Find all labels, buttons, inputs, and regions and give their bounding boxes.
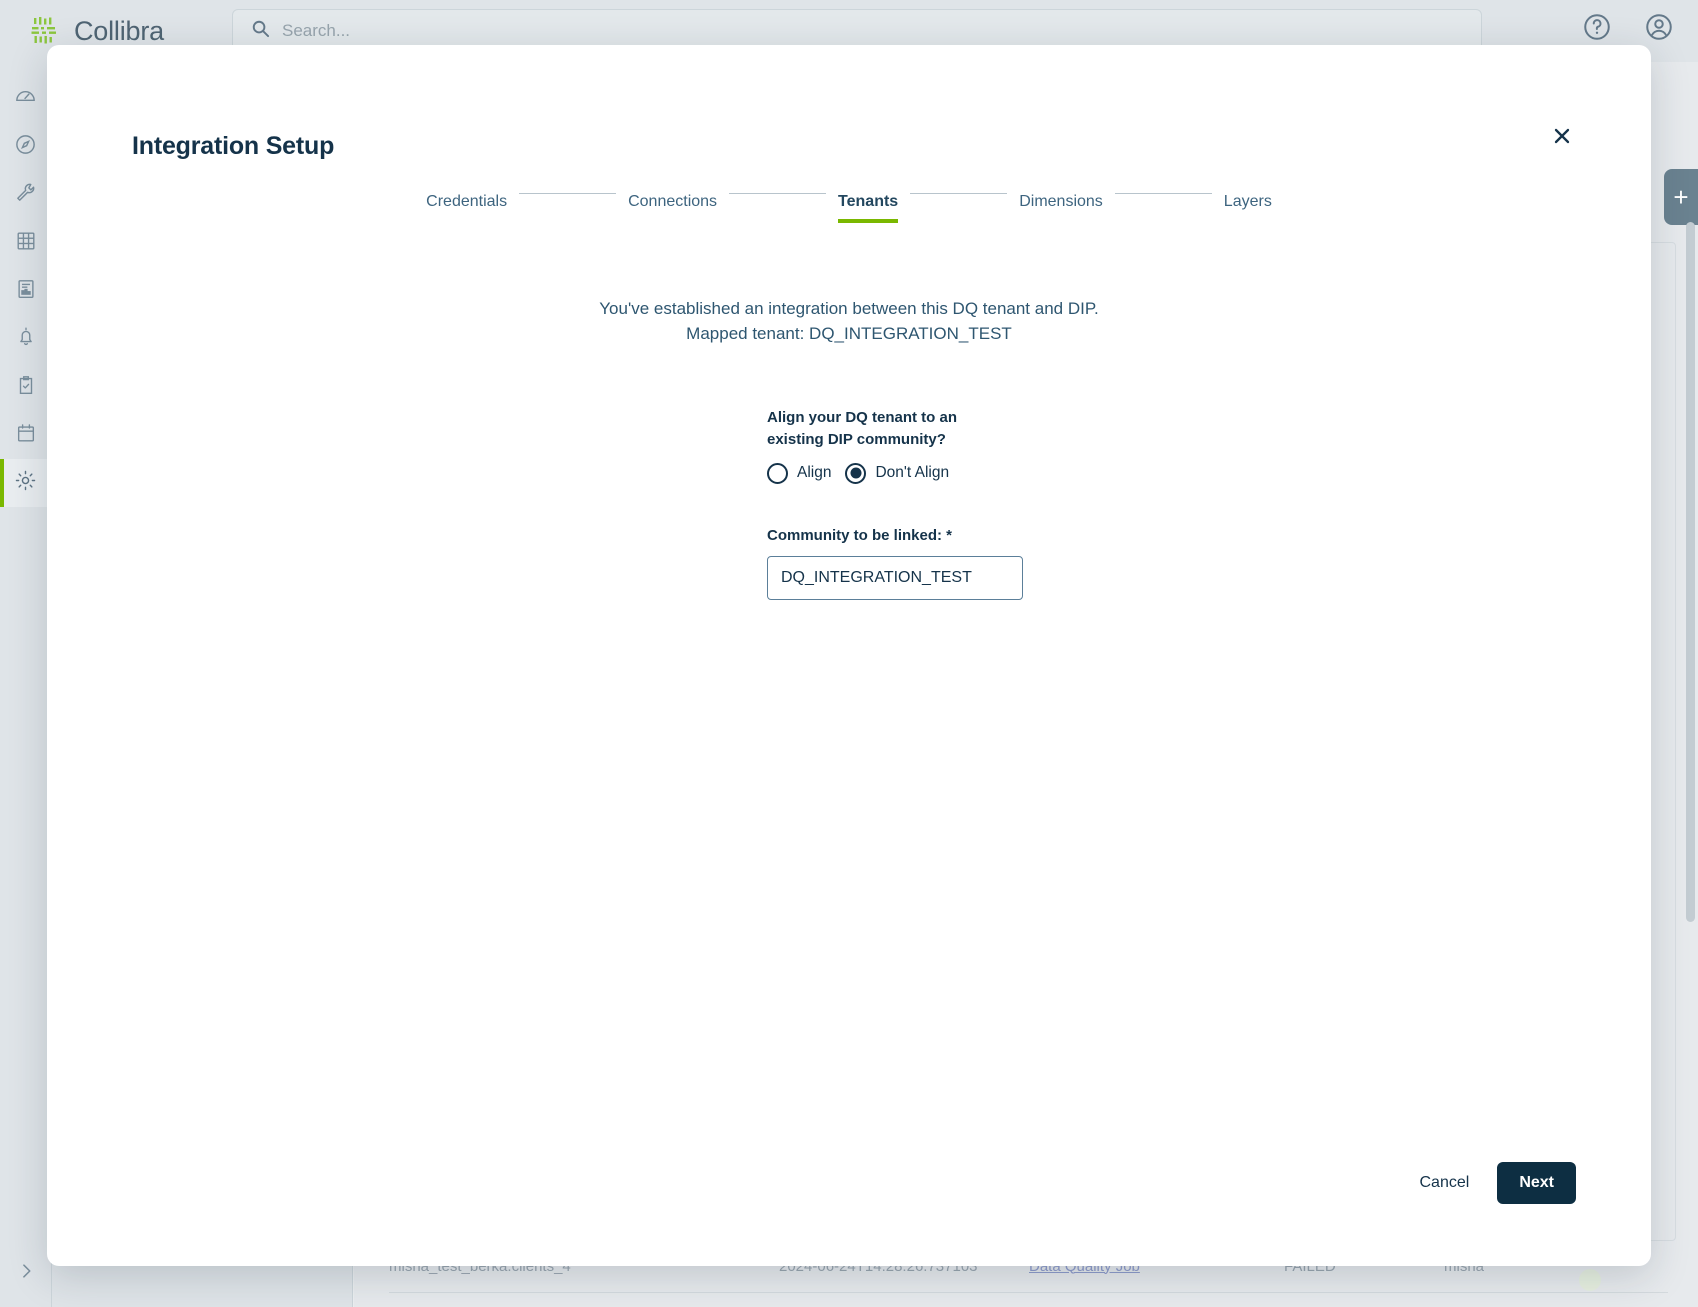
radio-option-dont-align[interactable]: Don't Align	[845, 463, 949, 484]
intro-line-1: You've established an integration betwee…	[47, 297, 1651, 322]
step-label[interactable]: Credentials	[426, 193, 507, 219]
next-button[interactable]: Next	[1497, 1162, 1576, 1204]
topbar-actions	[1580, 10, 1676, 44]
radio-icon[interactable]	[767, 463, 788, 484]
step-label[interactable]: Dimensions	[1019, 193, 1103, 219]
gauge-icon	[14, 85, 37, 113]
gear-icon	[14, 469, 37, 497]
sidebar-expand-button[interactable]	[0, 1251, 52, 1295]
community-field-label: Community to be linked: *	[767, 527, 1187, 544]
close-icon[interactable]	[1545, 119, 1579, 153]
modal-footer: Cancel Next	[1420, 1162, 1577, 1204]
row-divider	[389, 1292, 1668, 1293]
radio-icon-selected[interactable]	[845, 463, 866, 484]
step-credentials[interactable]: Credentials	[426, 193, 507, 219]
add-button[interactable]: +	[1664, 169, 1698, 225]
intro-message: You've established an integration betwee…	[47, 297, 1651, 346]
sidebar-item-alerts[interactable]	[0, 315, 52, 363]
clipboard-check-icon	[15, 374, 37, 401]
sidebar-item-rules[interactable]	[0, 363, 52, 411]
search-icon	[251, 19, 270, 43]
sidebar-item-reports[interactable]	[0, 267, 52, 315]
step-connector	[519, 193, 616, 194]
step-tenants[interactable]: Tenants	[838, 193, 898, 223]
cancel-button[interactable]: Cancel	[1420, 1174, 1470, 1192]
align-radio-group: Align Don't Align	[767, 463, 1187, 484]
sidebar-item-datasets[interactable]	[0, 219, 52, 267]
radio-label: Align	[797, 464, 831, 482]
help-circle-icon[interactable]	[1580, 10, 1614, 44]
radio-label: Don't Align	[875, 464, 949, 482]
brand-name: Collibra	[74, 16, 164, 47]
plus-icon: +	[1673, 182, 1688, 213]
wrench-icon	[14, 181, 37, 209]
step-layers[interactable]: Layers	[1224, 193, 1272, 219]
step-label[interactable]: Layers	[1224, 193, 1272, 219]
app-root: Collibra Search...	[0, 0, 1698, 1307]
calendar-icon	[15, 422, 37, 449]
vertical-scrollbar[interactable]	[1686, 222, 1695, 922]
stepper: Credentials Connections Tenants Dimensio…	[47, 193, 1651, 223]
sidebar-item-dashboard[interactable]	[0, 75, 52, 123]
integration-setup-modal: Integration Setup Credentials Connection…	[47, 45, 1651, 1266]
bell-icon	[15, 326, 37, 353]
page-title: Integration Setup	[132, 132, 334, 161]
chevron-right-icon	[16, 1261, 36, 1286]
brand: Collibra	[0, 16, 232, 47]
step-connector	[910, 193, 1007, 194]
step-label[interactable]: Connections	[628, 193, 717, 219]
step-label[interactable]: Tenants	[838, 193, 898, 223]
sidebar-item-schedule[interactable]	[0, 411, 52, 459]
intro-line-2: Mapped tenant: DQ_INTEGRATION_TEST	[47, 322, 1651, 347]
user-circle-icon[interactable]	[1642, 10, 1676, 44]
step-dimensions[interactable]: Dimensions	[1019, 193, 1103, 219]
compass-icon	[14, 133, 37, 161]
step-connector	[729, 193, 826, 194]
table-grid-icon	[15, 230, 37, 257]
search-placeholder: Search...	[282, 21, 350, 41]
align-question-label: Align your DQ tenant to an existing DIP …	[767, 407, 1007, 451]
sidebar-item-explore[interactable]	[0, 123, 52, 171]
sidebar	[0, 62, 52, 1307]
collibra-logo-icon	[30, 16, 60, 46]
step-connections[interactable]: Connections	[628, 193, 717, 219]
report-document-icon	[15, 278, 37, 305]
radio-option-align[interactable]: Align	[767, 463, 831, 484]
tenant-form: Align your DQ tenant to an existing DIP …	[767, 407, 1187, 600]
sidebar-item-tools[interactable]	[0, 171, 52, 219]
sidebar-item-admin[interactable]	[0, 459, 52, 507]
community-input[interactable]	[767, 556, 1023, 600]
step-connector	[1115, 193, 1212, 194]
